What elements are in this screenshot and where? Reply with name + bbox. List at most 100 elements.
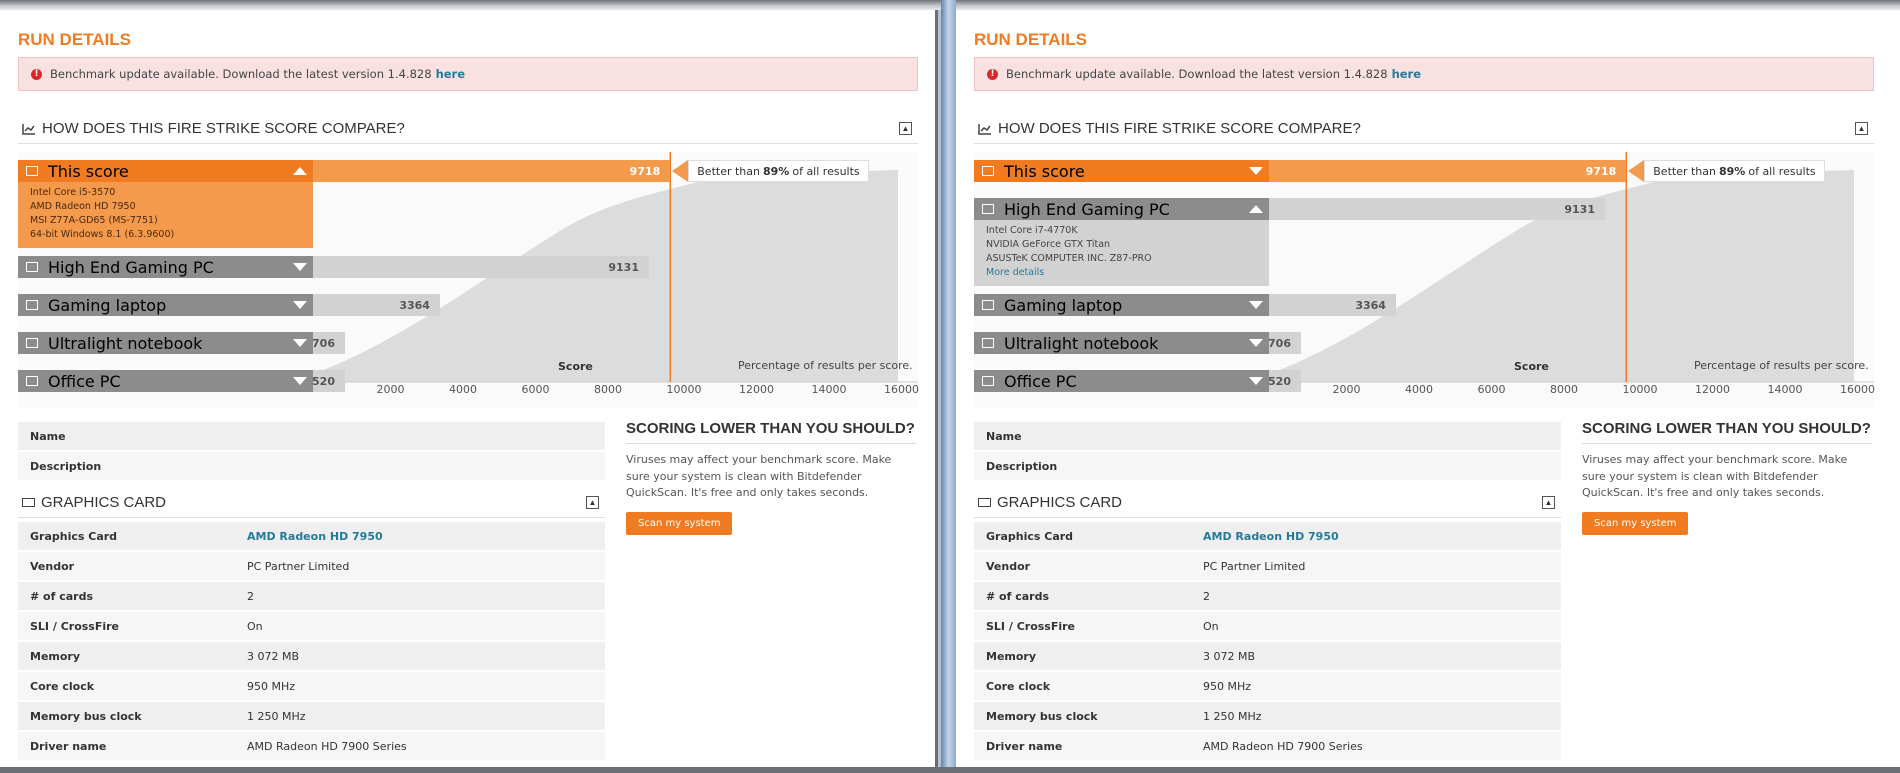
spec-value: AMD Radeon HD 7900 Series <box>247 739 407 753</box>
collapse-compare-button[interactable]: ▲ <box>899 122 912 135</box>
x-tick-label: 16000 <box>884 383 919 396</box>
x-tick-label: 12000 <box>739 383 774 396</box>
more-details-link[interactable]: More details <box>986 266 1269 280</box>
scoring-lower-panel: SCORING LOWER THAN YOU SHOULD? Viruses ma… <box>626 420 916 535</box>
device-icon <box>26 338 38 348</box>
chart-icon <box>22 123 35 135</box>
alert-icon: ! <box>987 68 998 80</box>
row-toggle-high-end-gaming-pc[interactable]: High End Gaming PC <box>974 198 1269 220</box>
scoring-lower-text: Viruses may affect your benchmark score.… <box>1582 453 1848 499</box>
graphics-card-icon <box>978 498 991 507</box>
collapse-compare-button[interactable]: ▲ <box>1855 122 1868 135</box>
spec-value: 1 250 MHz <box>247 709 306 723</box>
chevron-down-icon <box>293 377 307 385</box>
spec-key: Memory <box>30 649 81 663</box>
table-row: Vendor PC Partner Limited <box>18 552 605 582</box>
row-toggle-gaming-laptop[interactable]: Gaming laptop <box>974 294 1269 316</box>
spec-key: Vendor <box>986 559 1031 573</box>
alert-text: Benchmark update available. Download the… <box>1006 67 1388 81</box>
x-tick-label: 4000 <box>1405 383 1433 396</box>
alert-text: Benchmark update available. Download the… <box>50 67 432 81</box>
x-tick-label: 2000 <box>376 383 405 396</box>
run-info-table: Name Description <box>974 422 1561 482</box>
chevron-down-icon <box>293 263 307 271</box>
better-than-badge: Better than 89% of all results <box>688 160 869 182</box>
graphics-card-table: Graphics Card AMD Radeon HD 7950 Vendor PC … <box>18 522 605 762</box>
x-tick-label: 8000 <box>594 383 622 396</box>
x-tick-label: 4000 <box>449 383 477 396</box>
detail-line: NVIDIA GeForce GTX Titan <box>986 239 1111 250</box>
chevron-up-icon <box>293 167 307 175</box>
row-label: This score <box>1004 161 1085 181</box>
spec-value: 2 <box>247 589 254 603</box>
table-row: Vendor PC Partner Limited <box>974 552 1561 582</box>
run-details-title: RUN DETAILS <box>974 30 1088 49</box>
alert-icon: ! <box>31 68 42 80</box>
score-axis-label: Score <box>1514 360 1549 373</box>
spec-key: Memory bus clock <box>986 709 1098 723</box>
spec-value: On <box>1203 619 1219 633</box>
device-icon <box>982 204 994 214</box>
info-row: Description <box>974 452 1561 482</box>
row-toggle-this-score[interactable]: This score <box>18 160 313 182</box>
table-row: Core clock 950 MHz <box>974 672 1561 702</box>
detail-line: MSI Z77A-GD65 (MS-7751) <box>30 215 158 226</box>
x-tick-label: 8000 <box>1550 383 1578 396</box>
x-tick-label: 14000 <box>1767 383 1803 396</box>
better-than-arrow <box>672 160 689 182</box>
device-icon <box>982 376 994 386</box>
spec-value: AMD Radeon HD 7900 Series <box>1203 739 1363 753</box>
download-link[interactable]: here <box>436 67 465 81</box>
score-chart: 2000 4000 6000 8000 10000 12000 14000 16000 Scor… <box>974 152 1875 408</box>
scan-my-system-button[interactable]: Scan my system <box>1582 511 1689 535</box>
x-tick-label: 12000 <box>1695 383 1730 396</box>
graphics-card-link[interactable]: AMD Radeon HD 7950 <box>1203 530 1561 543</box>
better-suffix: of all results <box>792 164 860 178</box>
row-toggle-gaming-laptop[interactable]: Gaming laptop <box>18 294 313 316</box>
row-label: Office PC <box>1004 371 1077 391</box>
percentage-label: Percentage of results per score. <box>1694 359 1869 372</box>
spec-value: 3 072 MB <box>1203 649 1256 663</box>
table-row: # of cards 2 <box>18 582 605 612</box>
chevron-down-icon <box>1249 377 1263 385</box>
row-toggle-office-pc[interactable]: Office PC <box>18 370 313 392</box>
chevron-down-icon <box>293 339 307 347</box>
row-toggle-office-pc[interactable]: Office PC <box>974 370 1269 392</box>
graphics-card-link[interactable]: AMD Radeon HD 7950 <box>247 530 605 543</box>
taskbar-edge <box>0 767 1900 773</box>
info-key: Description <box>986 459 1058 473</box>
graphics-card-table: Graphics Card AMD Radeon HD 7950 Vendor PC … <box>974 522 1561 762</box>
scoring-lower-title: SCORING LOWER THAN YOU SHOULD? <box>1582 420 1872 444</box>
table-row: Memory 3 072 MB <box>18 642 605 672</box>
detail-line: Intel Core i5-3570 <box>30 187 116 198</box>
info-row: Name <box>18 422 605 452</box>
better-percent: 89% <box>1719 164 1746 178</box>
spec-value: PC Partner Limited <box>247 559 350 573</box>
spec-key: # of cards <box>986 589 1050 603</box>
table-row: Driver name AMD Radeon HD 7900 Series <box>974 732 1561 762</box>
chevron-down-icon <box>1249 301 1263 309</box>
table-row: # of cards 2 <box>974 582 1561 612</box>
window-divider <box>941 0 956 773</box>
table-row: Graphics Card AMD Radeon HD 7950 <box>974 522 1561 552</box>
better-prefix: Better than <box>1653 164 1716 178</box>
row-label: High End Gaming PC <box>48 257 214 277</box>
download-link[interactable]: here <box>1392 67 1421 81</box>
table-row: Memory 3 072 MB <box>974 642 1561 672</box>
scoring-lower-text: Viruses may affect your benchmark score.… <box>626 453 892 499</box>
row-label: This score <box>48 161 129 181</box>
spec-value: 1 250 MHz <box>1203 709 1262 723</box>
spec-value: On <box>247 619 263 633</box>
collapse-graphics-button[interactable]: ▲ <box>586 496 599 509</box>
scan-my-system-button[interactable]: Scan my system <box>626 511 733 535</box>
row-toggle-high-end-gaming-pc[interactable]: High End Gaming PC <box>18 256 313 278</box>
collapse-graphics-button[interactable]: ▲ <box>1542 496 1555 509</box>
chevron-down-icon <box>293 301 307 309</box>
row-toggle-this-score[interactable]: This score <box>974 160 1269 182</box>
row-toggle-ultralight-notebook[interactable]: Ultralight notebook <box>974 332 1269 354</box>
row-toggle-ultralight-notebook[interactable]: Ultralight notebook <box>18 332 313 354</box>
table-row: Memory bus clock 1 250 MHz <box>18 702 605 732</box>
spec-value: 950 MHz <box>1203 679 1252 693</box>
x-tick-label: 6000 <box>1477 383 1506 396</box>
spec-key: Driver name <box>986 739 1063 753</box>
